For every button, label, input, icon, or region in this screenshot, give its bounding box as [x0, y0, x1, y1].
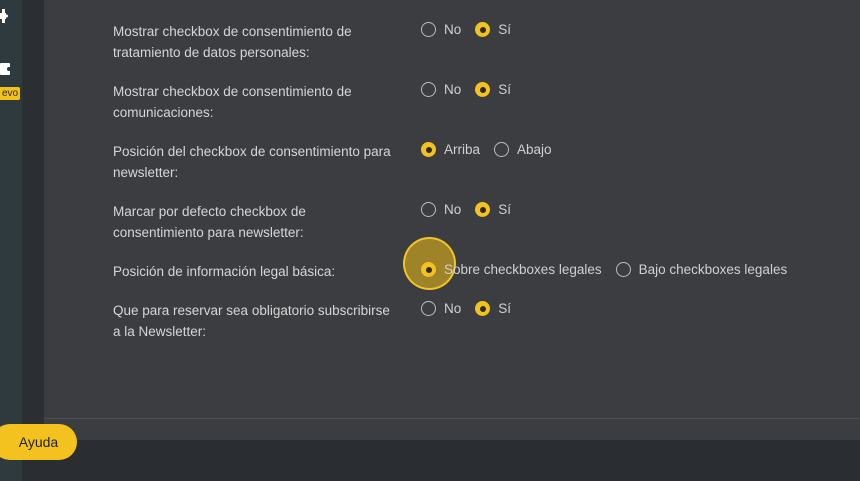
radio-option-si[interactable]: Sí — [475, 82, 511, 97]
radio-group-legal-info-position: Sobre checkboxes legales Bajo checkboxes… — [421, 261, 801, 278]
radio-option-no[interactable]: No — [421, 202, 461, 217]
setting-row-newsletter-required: Que para reservar sea obligatorio subscr… — [113, 300, 393, 342]
new-badge: evo — [0, 87, 21, 100]
setting-label: Mostrar checkbox de consentimiento de tr… — [113, 24, 352, 60]
radio-label: No — [444, 202, 462, 217]
radio-checked-icon[interactable] — [475, 22, 491, 37]
radio-label: Arriba — [444, 142, 481, 157]
radio-option-no[interactable]: No — [421, 22, 461, 37]
radio-checked-icon[interactable] — [475, 202, 491, 217]
radio-option-below-checkboxes[interactable]: Bajo checkboxes legales — [615, 262, 788, 277]
radio-label: Abajo — [517, 142, 552, 157]
panel-footer — [44, 418, 860, 441]
radio-checked-icon[interactable] — [421, 262, 436, 277]
radio-checked-icon[interactable] — [421, 142, 436, 157]
radio-option-si[interactable]: Sí — [475, 202, 511, 217]
radio-group-newsletter-default: No Sí — [421, 201, 525, 218]
radio-group-communications-consent: No Sí — [421, 81, 525, 98]
sidebar: evo — [0, 0, 22, 481]
setting-row-communications-consent: Mostrar checkbox de consentimiento de co… — [113, 81, 393, 123]
radio-option-above-checkboxes[interactable]: Sobre checkboxes legales — [421, 262, 602, 277]
radio-group-newsletter-required: No Sí — [421, 300, 525, 317]
radio-unchecked-icon[interactable] — [421, 202, 436, 217]
radio-option-si[interactable]: Sí — [475, 301, 511, 316]
radio-label: No — [444, 82, 462, 97]
radio-option-arriba[interactable]: Arriba — [421, 142, 480, 157]
radio-checked-icon[interactable] — [475, 301, 491, 316]
radio-label: Sobre checkboxes legales — [444, 262, 602, 277]
radio-option-si[interactable]: Sí — [475, 22, 511, 37]
radio-option-no[interactable]: No — [421, 82, 461, 97]
radio-checked-icon[interactable] — [475, 82, 491, 97]
radio-group-newsletter-position: Arriba Abajo — [421, 141, 566, 158]
setting-label: Posición del checkbox de consentimiento … — [113, 144, 391, 180]
radio-unchecked-icon[interactable] — [421, 82, 436, 97]
bottom-bar — [22, 440, 860, 481]
radio-label: Bajo checkboxes legales — [638, 262, 788, 277]
radio-label: Sí — [498, 301, 512, 316]
radio-label: No — [444, 301, 462, 316]
help-button[interactable]: Ayuda — [0, 424, 77, 460]
radio-option-no[interactable]: No — [421, 301, 461, 316]
setting-row-personal-data-consent: Mostrar checkbox de consentimiento de tr… — [113, 21, 393, 63]
radio-unchecked-icon[interactable] — [615, 262, 631, 277]
setting-row-newsletter-default: Marcar por defecto checkbox de consentim… — [113, 201, 393, 243]
setting-label: Que para reservar sea obligatorio subscr… — [113, 303, 390, 339]
puzzle-icon[interactable] — [0, 9, 8, 23]
radio-unchecked-icon[interactable] — [494, 142, 510, 157]
radio-group-personal-data-consent: No Sí — [421, 21, 525, 38]
gutter — [22, 0, 44, 440]
radio-label: Sí — [498, 202, 512, 217]
radio-label: Sí — [498, 82, 512, 97]
setting-label: Posición de información legal básica: — [113, 264, 336, 279]
setting-row-legal-info-position: Posición de información legal básica: — [113, 261, 393, 282]
setting-label: Mostrar checkbox de consentimiento de co… — [113, 84, 352, 120]
radio-option-abajo[interactable]: Abajo — [494, 142, 552, 157]
radio-unchecked-icon[interactable] — [421, 22, 436, 37]
radio-unchecked-icon[interactable] — [421, 301, 436, 316]
radio-label: No — [444, 22, 462, 37]
setting-label: Marcar por defecto checkbox de consentim… — [113, 204, 306, 240]
app-window: evo Mostrar checkbox de consentimiento d… — [0, 0, 860, 481]
setting-row-newsletter-position: Posición del checkbox de consentimiento … — [113, 141, 393, 183]
ticket-icon[interactable] — [0, 63, 10, 75]
radio-label: Sí — [498, 22, 512, 37]
